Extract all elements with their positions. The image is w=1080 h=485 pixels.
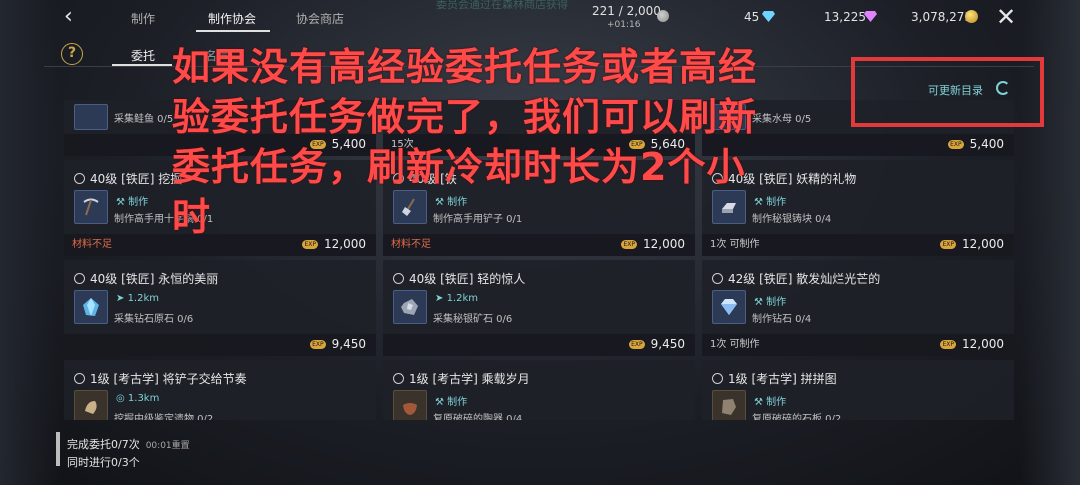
card-distance: ◎ 1.3km	[116, 393, 160, 404]
commission-card[interactable]: 1级 [考古学] 乘载岁月 ⚒ 制作 复原破碎的陶器 0/4	[383, 360, 695, 420]
card-reward: EXP 9,450	[629, 337, 685, 351]
card-objective: 采集鲑鱼 0/5	[114, 114, 174, 125]
level-icon	[712, 373, 723, 384]
commission-card[interactable]: 40级 [铁匠] 轻的惊人 ➤ 1.2km 采集秘银矿石 0/6 EXP 9,45…	[383, 260, 695, 356]
card-title: 40级 [铁匠] 永恒的美丽	[74, 270, 218, 287]
level-icon	[393, 373, 404, 384]
commission-card[interactable]: 1级 [考古学] 将铲子交给节奏 ◎ 1.3km 挖掘中级鉴定遗物 0/2	[64, 360, 376, 420]
gold-count: 3,078,273	[911, 10, 973, 24]
card-reward: EXP 5,400	[948, 137, 1004, 151]
card-title: 1级 [考古学] 将铲子交给节奏	[74, 370, 247, 387]
card-objective: 制作钻石 0/4	[752, 314, 812, 325]
item-thumbnail	[74, 104, 108, 130]
left-fade	[0, 0, 60, 485]
pickaxe-icon	[74, 190, 108, 224]
blue-gem-icon	[762, 11, 775, 22]
exp-icon: EXP	[940, 240, 956, 249]
card-objective: 采集钻石原石 0/6	[114, 314, 194, 325]
annotation-highlight-box	[851, 57, 1044, 127]
close-icon[interactable]: ✕	[996, 5, 1018, 29]
annotation-text: 如果没有高经验委托任务或者高经验委托任务做完了，我们可以刷新委托任务，刷新冷却时…	[172, 45, 758, 239]
card-mode: ⚒ 制作	[754, 397, 787, 408]
diamond-icon	[712, 290, 746, 324]
tab-craft[interactable]: 制作	[131, 10, 155, 27]
relic-icon	[74, 390, 108, 420]
level-icon	[393, 273, 404, 284]
completed-counter: 完成委托0/7次 00:01重置	[67, 438, 190, 451]
card-title: 1级 [考古学] 拼拼图	[712, 370, 837, 387]
level-icon	[74, 173, 85, 184]
active-tab-underline	[196, 30, 270, 32]
card-mode: ⚒ 制作	[435, 397, 468, 408]
card-mode: ⚒ 制作	[116, 197, 149, 208]
tab-craft-association[interactable]: 制作协会	[208, 10, 256, 27]
commission-card[interactable]: 42级 [铁匠] 散发灿烂光芒的 ⚒ 制作 制作钻石 0/4 1次 可制作 EX…	[702, 260, 1014, 356]
mithril-ore-icon	[393, 290, 427, 324]
capacity-counter: 221 / 2,000	[592, 4, 661, 18]
card-distance: ➤ 1.2km	[116, 293, 159, 304]
card-status: 材料不足	[72, 239, 112, 250]
capacity-timer: +01:16	[607, 20, 641, 30]
exp-icon: EXP	[310, 340, 326, 349]
faded-hint-text: 委员会通过在森林商店获得	[436, 0, 568, 11]
gem-count: 45	[744, 10, 760, 24]
card-objective: 复原破碎的石板 0/2	[752, 414, 842, 420]
card-title: 42级 [铁匠] 散发灿烂光芒的	[712, 270, 880, 287]
reset-timer: 00:01重置	[145, 441, 190, 451]
stone-tablet-icon	[712, 390, 746, 420]
card-objective: 挖掘中级鉴定遗物 0/2	[114, 414, 214, 420]
card-reward: EXP 9,450	[310, 337, 366, 351]
card-title: 1级 [考古学] 乘载岁月	[393, 370, 530, 387]
card-mode: ⚒ 制作	[754, 297, 787, 308]
card-objective: 复原破碎的陶器 0/4	[433, 414, 523, 420]
tab-association-shop[interactable]: 协会商店	[296, 10, 344, 27]
exp-icon: EXP	[940, 340, 956, 349]
pottery-icon	[393, 390, 427, 420]
card-reward: EXP 12,000	[940, 337, 1004, 351]
card-objective: 采集秘银矿石 0/6	[433, 314, 513, 325]
purple-gem-count: 13,225	[824, 10, 866, 24]
purple-gem-icon	[864, 11, 877, 22]
back-icon[interactable]: ‹	[64, 6, 84, 28]
tab-commission[interactable]: 委托	[131, 47, 155, 64]
card-title: 40级 [铁匠] 挖掘	[74, 170, 182, 187]
card-title: 40级 [铁匠] 轻的惊人	[393, 270, 525, 287]
commission-card[interactable]: 1级 [考古学] 拼拼图 ⚒ 制作 复原破碎的石板 0/2	[702, 360, 1014, 420]
level-icon	[74, 273, 85, 284]
commission-card[interactable]: 40级 [铁匠] 永恒的美丽 ➤ 1.2km 采集钻石原石 0/6 EXP 9,4…	[64, 260, 376, 356]
exp-icon: EXP	[629, 340, 645, 349]
card-status: 1次 可制作	[710, 339, 760, 350]
top-bar: ‹ 制作 制作协会 协会商店 委员会通过在森林商店获得 221 / 2,000 …	[0, 0, 1080, 36]
gold-coin-icon	[965, 10, 978, 23]
level-icon	[712, 273, 723, 284]
in-progress-counter: 同时进行0/3个	[67, 456, 140, 469]
level-icon	[74, 373, 85, 384]
card-reward: EXP 12,000	[940, 237, 1004, 251]
bottom-accent-bar	[56, 432, 60, 466]
silver-coin-icon	[657, 10, 669, 22]
exp-icon: EXP	[948, 140, 964, 149]
card-distance: ➤ 1.2km	[435, 293, 478, 304]
help-icon[interactable]: ?	[61, 43, 83, 65]
diamond-ore-icon	[74, 290, 108, 324]
